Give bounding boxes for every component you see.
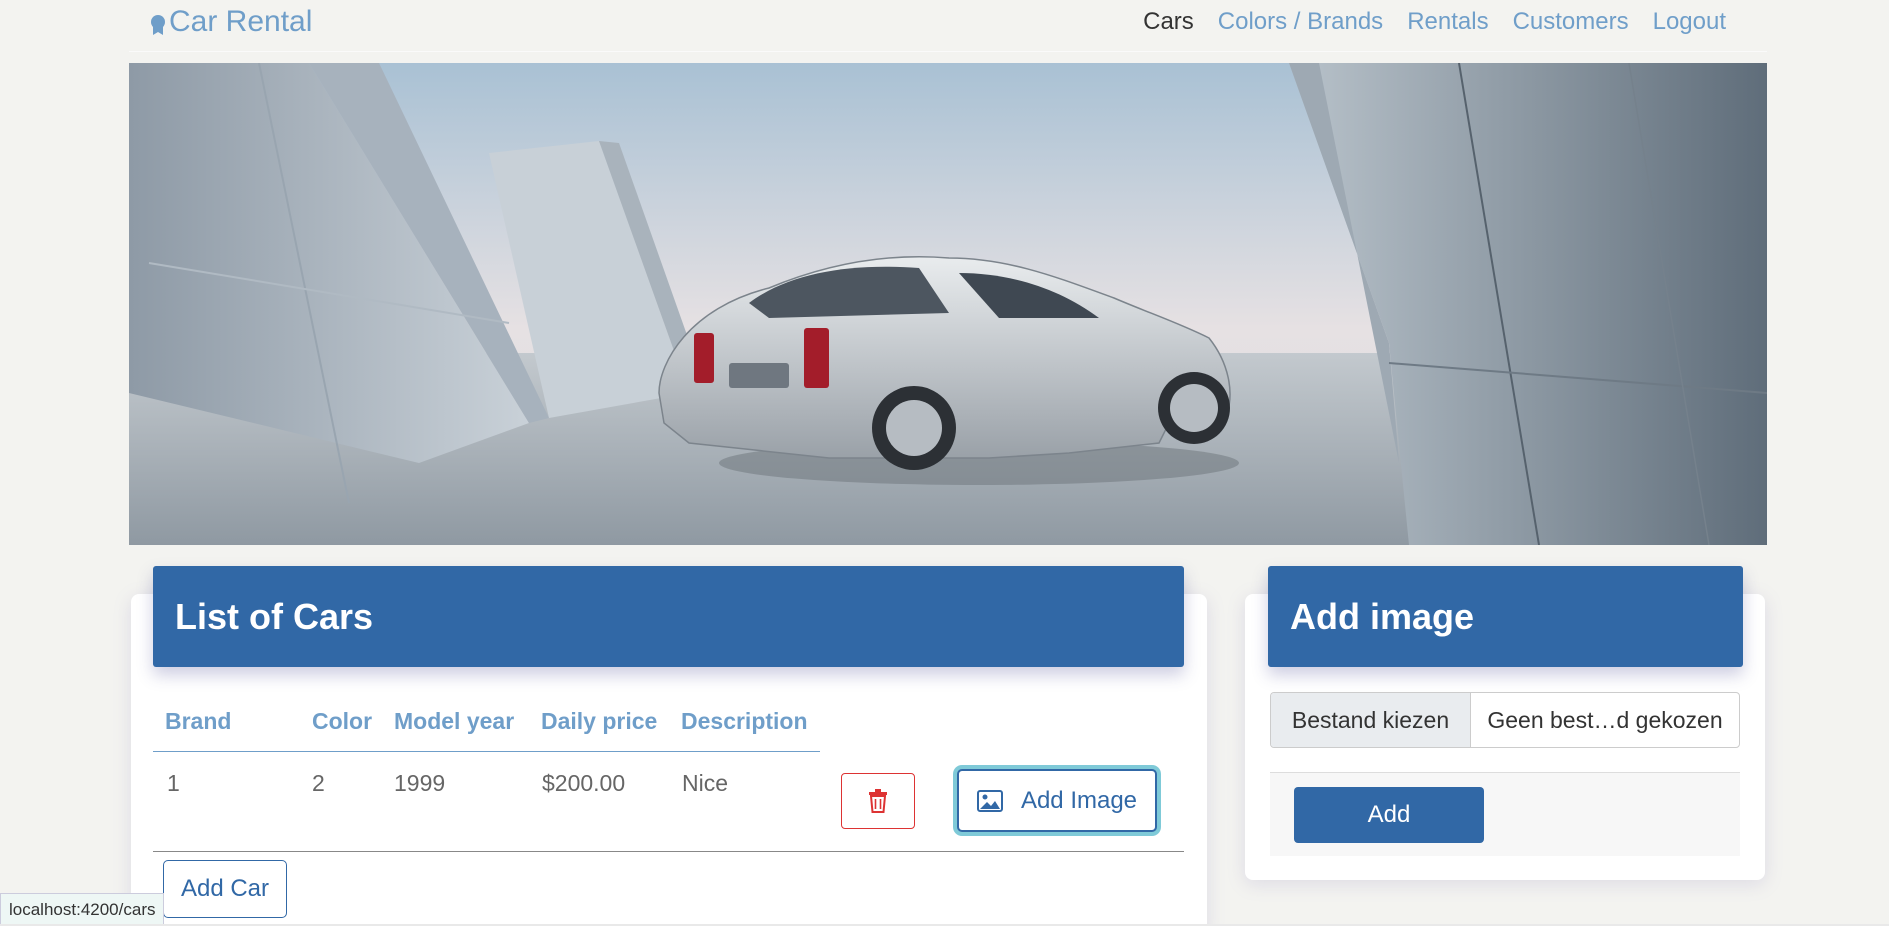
table-row-divider: [153, 851, 1184, 852]
col-header-daily-price[interactable]: Daily price: [541, 708, 657, 735]
cell-brand: 1: [167, 770, 180, 796]
cars-card-title: List of Cars: [153, 566, 1184, 667]
choose-file-button[interactable]: Bestand kiezen: [1271, 693, 1471, 747]
cell-daily-price: $200.00: [542, 770, 626, 796]
award-icon: [151, 14, 165, 35]
col-header-model-year[interactable]: Model year: [394, 708, 514, 735]
add-car-button[interactable]: Add Car: [163, 860, 287, 918]
cell-description: Nice: [682, 770, 729, 796]
brand[interactable]: Car Rental: [129, 5, 312, 39]
nav-link-logout[interactable]: Logout: [1641, 8, 1738, 36]
table-header-divider: [153, 751, 820, 752]
add-button[interactable]: Add: [1294, 787, 1484, 843]
cell-color: 2: [312, 770, 325, 796]
file-input[interactable]: Bestand kiezen Geen best…d gekozen: [1270, 692, 1740, 748]
car-photo: [129, 63, 1767, 545]
col-header-description[interactable]: Description: [681, 708, 808, 735]
nav-link-cars[interactable]: Cars: [1131, 8, 1206, 36]
col-header-color[interactable]: Color: [312, 708, 372, 735]
nav-links: Cars Colors / Brands Rentals Customers L…: [1131, 8, 1738, 36]
add-image-button[interactable]: Add Image: [957, 769, 1157, 832]
hero-banner-image: [129, 63, 1767, 545]
trash-icon: [869, 789, 887, 813]
cell-model-year: 1999: [394, 770, 446, 796]
nav-link-customers[interactable]: Customers: [1501, 8, 1641, 36]
file-status-label: Geen best…d gekozen: [1487, 706, 1723, 733]
add-image-card-title: Add image: [1268, 566, 1743, 667]
add-image-label: Add Image: [1020, 786, 1138, 814]
nav-link-colors-brands[interactable]: Colors / Brands: [1206, 8, 1395, 36]
brand-label: Car Rental: [169, 4, 313, 38]
image-icon: [976, 789, 1003, 812]
browser-status-url: localhost:4200/cars: [0, 893, 165, 926]
nav-link-rentals[interactable]: Rentals: [1395, 8, 1500, 36]
delete-button[interactable]: [841, 773, 915, 829]
col-header-brand[interactable]: Brand: [165, 708, 231, 735]
navbar: Car Rental Cars Colors / Brands Rentals …: [129, 0, 1767, 52]
